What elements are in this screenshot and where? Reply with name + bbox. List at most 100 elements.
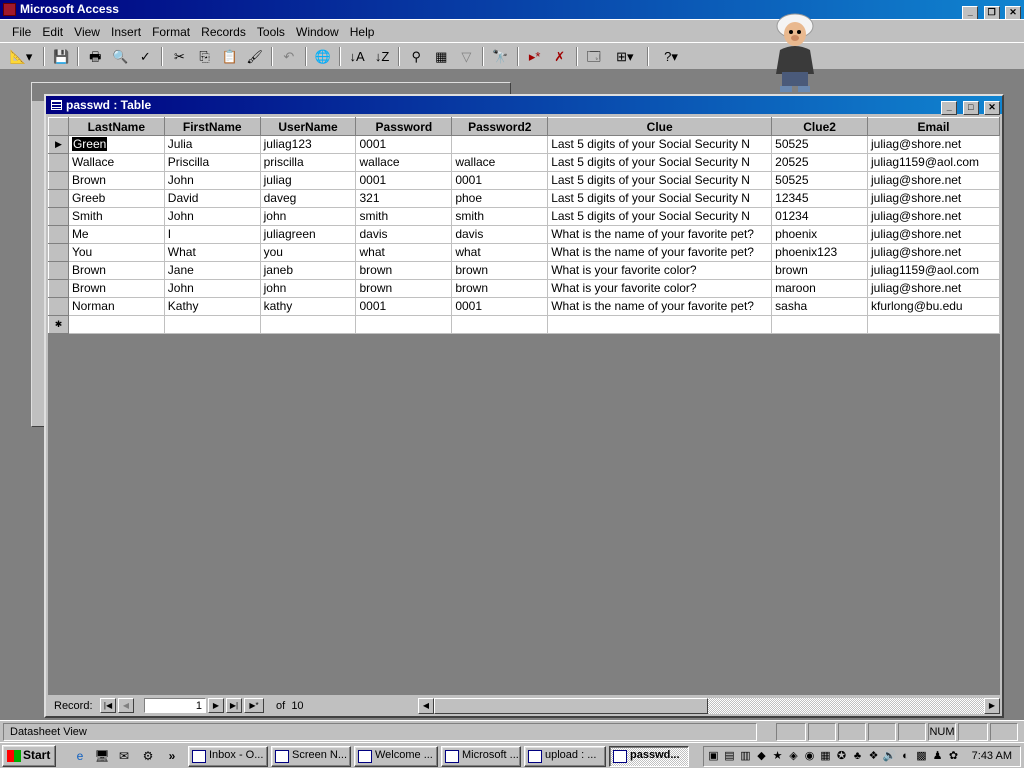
table-cell-username[interactable]: janeb	[260, 261, 357, 280]
table-cell-clue2[interactable]: 50525	[771, 135, 869, 154]
tray-icon[interactable]: ▤	[722, 749, 737, 764]
sort-descending-icon[interactable]: ↓Z	[371, 46, 393, 67]
table-cell-email[interactable]: juliag@shore.net	[867, 189, 1000, 208]
table-cell-firstname[interactable]: What	[164, 243, 261, 262]
table-cell-lastname[interactable]: Me	[68, 225, 165, 244]
table-cell-clue2[interactable]: brown	[771, 261, 869, 280]
table-cell-password2[interactable]: what	[451, 243, 549, 262]
table-cell-lastname[interactable]: Smith	[68, 207, 165, 226]
table-cell-lastname[interactable]: Brown	[68, 171, 165, 190]
delete-record-icon[interactable]: ✗	[549, 46, 571, 67]
table-cell-email[interactable]: kfurlong@bu.edu	[867, 297, 1000, 316]
first-record-button[interactable]: |◀	[100, 698, 116, 713]
view-icon[interactable]: 📐▾	[4, 46, 38, 67]
table-cell-username[interactable]: kathy	[260, 297, 357, 316]
table-cell-firstname[interactable]: Jane	[164, 261, 261, 280]
minimize-button[interactable]: _	[962, 6, 979, 20]
record-selector[interactable]	[48, 207, 69, 226]
tray-icon[interactable]: ◆	[754, 749, 769, 764]
menu-records[interactable]: Records	[197, 20, 250, 40]
tray-icon[interactable]: ▩	[914, 749, 929, 764]
record-selector[interactable]	[48, 243, 69, 262]
find-icon[interactable]: 🔭	[490, 46, 512, 67]
record-selector[interactable]	[48, 171, 69, 190]
table-cell-lastname[interactable]: Brown	[68, 279, 165, 298]
table-cell-firstname[interactable]: Julia	[164, 135, 261, 154]
table-cell-email[interactable]: juliag@shore.net	[867, 225, 1000, 244]
copy-icon[interactable]: ⎘	[194, 46, 216, 67]
table-cell-username[interactable]: john	[260, 279, 357, 298]
menu-file[interactable]: File	[8, 20, 35, 40]
apply-filter-icon[interactable]: ▽	[455, 46, 477, 67]
taskbar-item-welcome[interactable]: Welcome ...	[354, 746, 438, 767]
table-cell-email[interactable]: juliag@shore.net	[867, 243, 1000, 262]
column-header-firstname[interactable]: FirstName	[163, 117, 261, 136]
table-cell-clue[interactable]: What is the name of your favorite pet?	[547, 243, 773, 262]
record-selector[interactable]: ▶	[48, 135, 69, 154]
cut-icon[interactable]: ✂	[169, 46, 191, 67]
filter-by-form-icon[interactable]: ▦	[430, 46, 452, 67]
start-button[interactable]: Start	[2, 745, 56, 767]
tray-icon[interactable]: ▣	[706, 749, 721, 764]
table-cell-password[interactable]: 0001	[355, 135, 453, 154]
menu-format[interactable]: Format	[148, 20, 194, 40]
table-cell-password2[interactable]: phoe	[451, 189, 549, 208]
new-record-selector[interactable]: ✱	[48, 315, 69, 334]
table-maximize-button[interactable]: □	[962, 101, 979, 115]
menu-edit[interactable]: Edit	[38, 20, 67, 40]
new-record-cell[interactable]	[451, 315, 549, 334]
taskbar-item-passwd[interactable]: passwd...	[609, 746, 689, 767]
table-cell-password[interactable]: brown	[355, 261, 453, 280]
table-cell-clue[interactable]: Last 5 digits of your Social Security N	[547, 153, 773, 172]
table-cell-lastname[interactable]: Greeb	[68, 189, 165, 208]
table-cell-firstname[interactable]: John	[164, 279, 261, 298]
tray-icon[interactable]: ✿	[946, 749, 961, 764]
undo-icon[interactable]: ↶	[278, 46, 300, 67]
table-minimize-button[interactable]: _	[941, 101, 958, 115]
record-selector[interactable]	[48, 225, 69, 244]
new-record-cell[interactable]	[68, 315, 165, 334]
internet-explorer-icon[interactable]: e	[72, 748, 88, 764]
print-preview-icon[interactable]: 🔍	[109, 46, 131, 67]
taskbar-item-inbox[interactable]: Inbox - O...	[188, 746, 268, 767]
help-icon[interactable]: ?▾	[654, 46, 688, 67]
tray-icon[interactable]: ◈	[786, 749, 801, 764]
scroll-thumb[interactable]	[434, 698, 708, 714]
tray-icon[interactable]: ✪	[834, 749, 849, 764]
table-cell-username[interactable]: daveg	[260, 189, 357, 208]
table-cell-password[interactable]: davis	[355, 225, 453, 244]
last-record-button[interactable]: ▶|	[226, 698, 242, 713]
column-header-lastname[interactable]: LastName	[67, 117, 165, 136]
table-cell-password2[interactable]: davis	[451, 225, 549, 244]
tray-icon[interactable]: ♟	[930, 749, 945, 764]
table-cell-password[interactable]: what	[355, 243, 453, 262]
filter-by-selection-icon[interactable]: ⚲	[405, 46, 427, 67]
table-cell-email[interactable]: juliag@shore.net	[867, 279, 1000, 298]
new-record-cell[interactable]	[355, 315, 453, 334]
menu-window[interactable]: Window	[292, 20, 343, 40]
table-cell-clue2[interactable]: 50525	[771, 171, 869, 190]
tray-icon[interactable]: ◐	[898, 749, 913, 764]
table-cell-username[interactable]: juliag123	[260, 135, 357, 154]
tray-icon[interactable]: ♣	[850, 749, 865, 764]
table-cell-clue2[interactable]: maroon	[771, 279, 869, 298]
table-cell-password[interactable]: brown	[355, 279, 453, 298]
office-assistant-icon[interactable]	[766, 10, 824, 94]
table-cell-clue[interactable]: Last 5 digits of your Social Security N	[547, 171, 773, 190]
table-cell-clue2[interactable]: sasha	[771, 297, 869, 316]
select-all-corner[interactable]	[48, 117, 69, 136]
table-cell-clue2[interactable]: 20525	[771, 153, 869, 172]
table-cell-clue2[interactable]: phoenix123	[771, 243, 869, 262]
new-object-icon[interactable]: ⊞▾	[608, 46, 642, 67]
tray-icon[interactable]: ★	[770, 749, 785, 764]
column-header-clue[interactable]: Clue	[547, 117, 773, 136]
table-cell-password2[interactable]: brown	[451, 261, 549, 280]
quick-launch-icon[interactable]: ⚙	[140, 748, 156, 764]
menu-tools[interactable]: Tools	[253, 20, 289, 40]
scroll-left-button[interactable]: ◀	[418, 698, 434, 714]
quick-launch-more-icon[interactable]: »	[164, 748, 180, 764]
table-cell-username[interactable]: priscilla	[260, 153, 357, 172]
clock[interactable]: 7:43 AM	[972, 750, 1012, 762]
menu-insert[interactable]: Insert	[107, 20, 145, 40]
column-header-username[interactable]: UserName	[259, 117, 357, 136]
